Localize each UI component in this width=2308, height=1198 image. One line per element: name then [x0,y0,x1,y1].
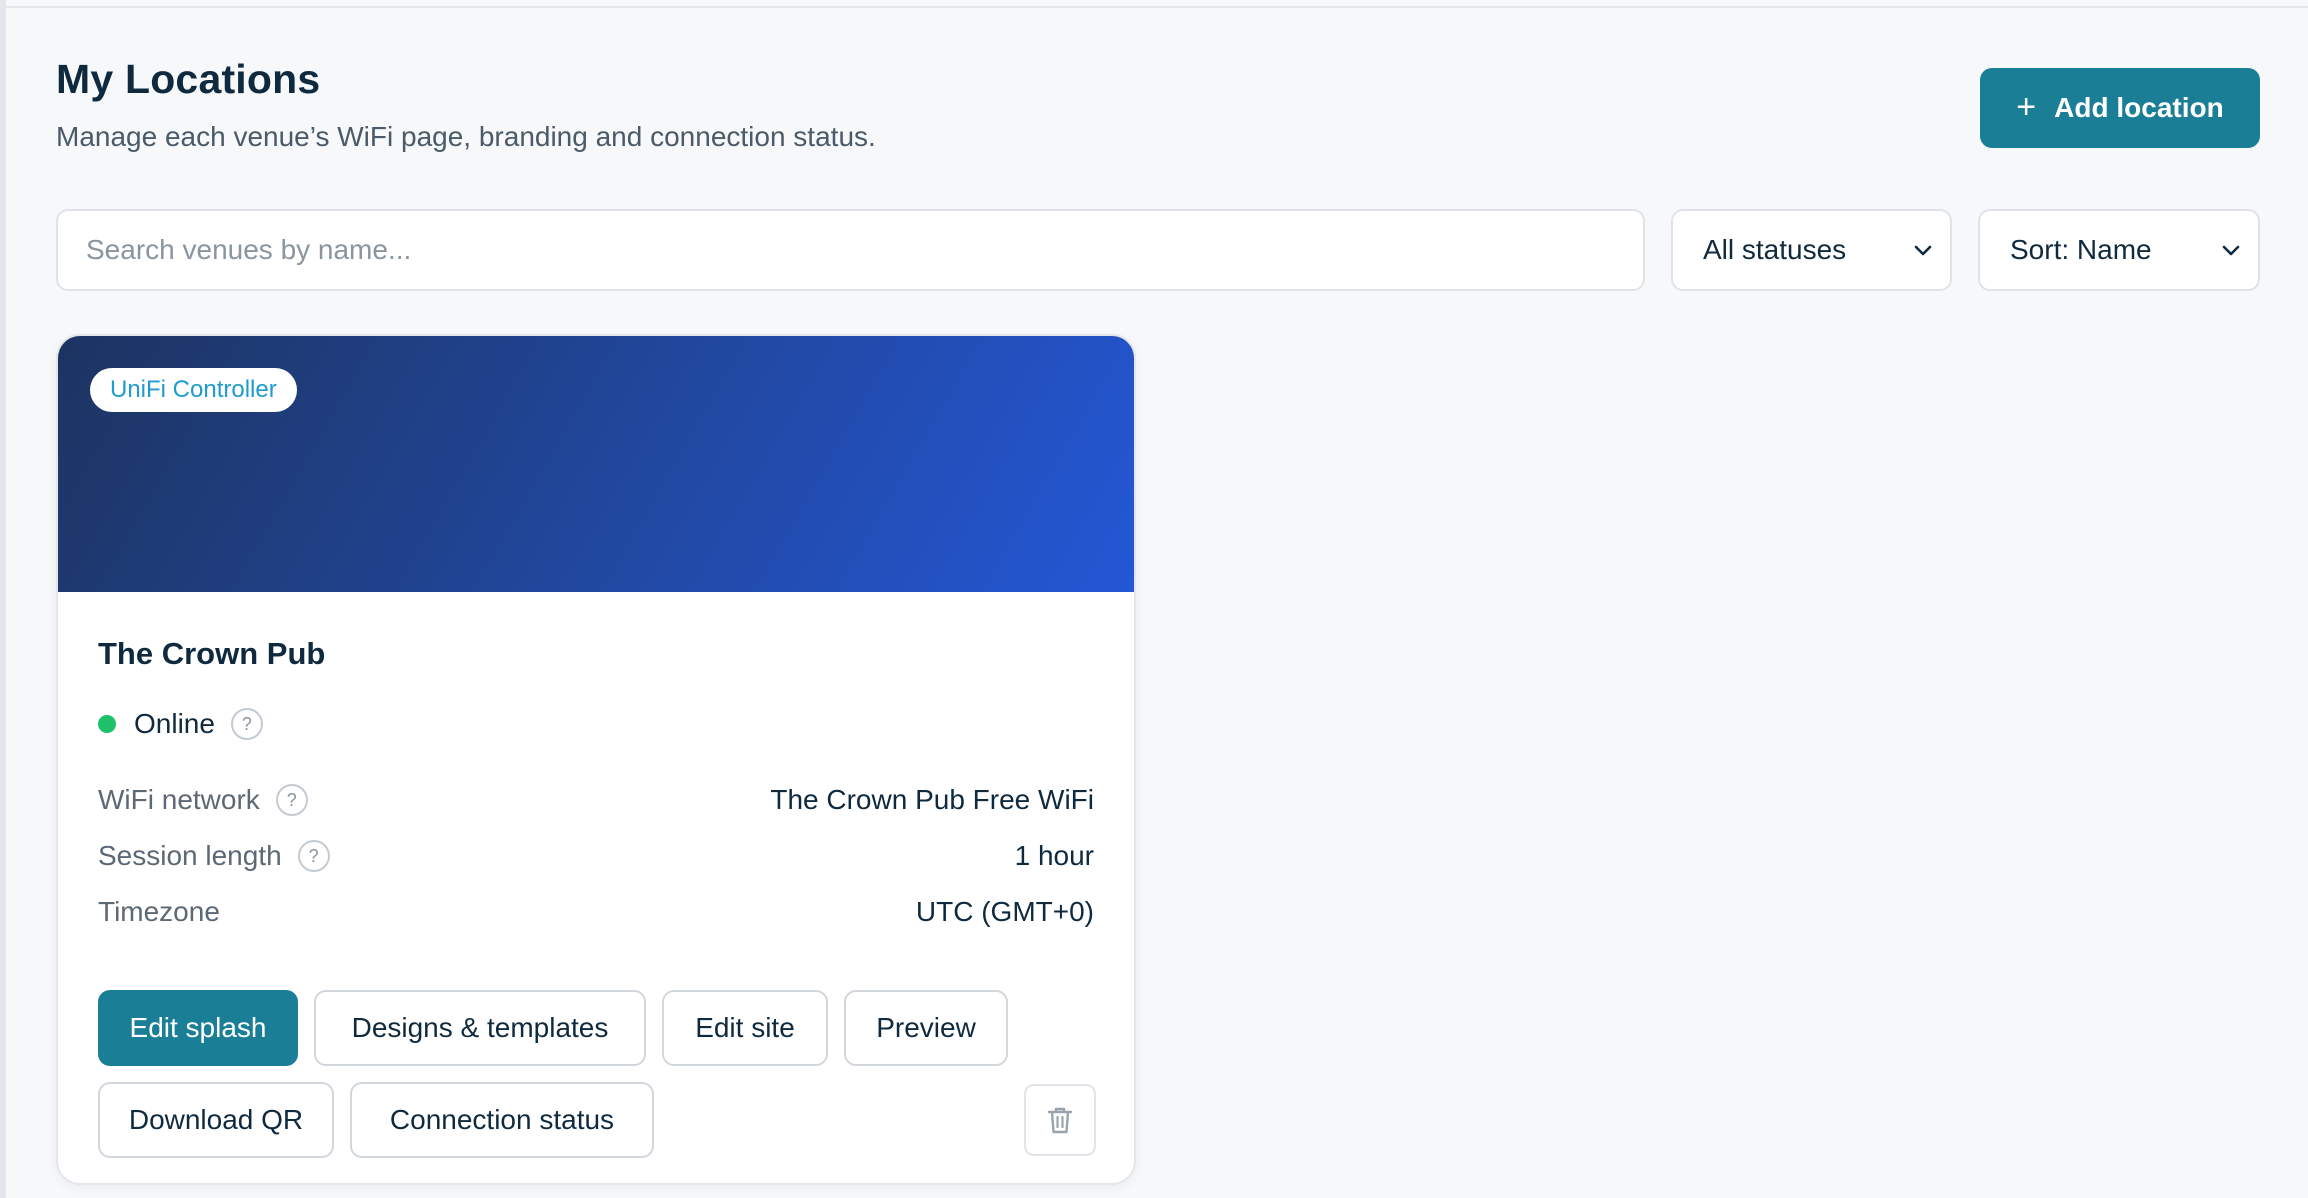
edit-splash-button[interactable]: Edit splash [98,990,298,1066]
venue-name: The Crown Pub [98,636,326,671]
detail-row-timezone: Timezone UTC (GMT+0) [98,884,1094,940]
status-dot [98,715,116,733]
timezone-label: Timezone [98,896,220,927]
detail-label: Timezone [98,896,220,928]
download-qr-button[interactable]: Download QR [98,1082,334,1158]
sort-select[interactable]: Sort: Name [1978,209,2260,291]
chevron-down-icon [1914,245,1932,256]
preview-button[interactable]: Preview [844,990,1008,1066]
status-filter-value: All statuses [1703,234,1847,265]
trash-icon [1047,1107,1073,1134]
edit-site-button[interactable]: Edit site [662,990,828,1066]
detail-label: WiFi network ? [98,784,308,816]
help-icon[interactable]: ? [297,840,330,872]
delete-location-button[interactable] [1024,1084,1096,1156]
location-card: UniFi Controller The Crown Pub Online ? … [56,334,1136,1185]
location-card-body: The Crown Pub Online ? WiFi network ? Th… [58,592,1134,1183]
status-filter-select[interactable]: All statuses [1671,209,1952,291]
plus-icon: + [2016,87,2037,126]
timezone-value: UTC (GMT+0) [915,896,1094,927]
detail-row-session-length: Session length ? 1 hour [98,828,1094,884]
chevron-down-icon [2222,245,2240,256]
location-banner: UniFi Controller [58,336,1134,592]
add-location-button[interactable]: + Add location [1980,68,2260,148]
page-subtitle: Manage each venue’s WiFi page, branding … [56,121,876,152]
help-icon[interactable]: ? [230,708,263,740]
sort-value: Sort: Name [2010,234,2152,265]
add-location-label: Add location [2054,92,2224,123]
status-row: Online ? [98,708,1094,740]
provider-badge: UniFi Controller [90,368,297,412]
session-length-value: 1 hour [1014,840,1094,871]
details-list: WiFi network ? The Crown Pub Free WiFi S… [98,772,1094,940]
designs-templates-button[interactable]: Designs & templates [314,990,646,1066]
wifi-network-value: The Crown Pub Free WiFi [770,784,1094,815]
detail-row-wifi-network: WiFi network ? The Crown Pub Free WiFi [98,772,1094,828]
session-length-label: Session length [98,840,282,871]
left-border [0,0,6,1198]
wifi-network-label: WiFi network [98,784,260,815]
page-title: My Locations [56,56,321,102]
connection-status-button[interactable]: Connection status [350,1082,654,1158]
detail-label: Session length ? [98,840,330,872]
search-input[interactable] [56,209,1645,291]
top-border [6,0,2308,8]
location-actions: Edit splash Designs & templates Edit sit… [98,990,1098,1160]
status-text: Online [134,708,215,739]
help-icon[interactable]: ? [275,784,308,816]
page-header: My Locations Manage each venue’s WiFi pa… [56,56,876,153]
